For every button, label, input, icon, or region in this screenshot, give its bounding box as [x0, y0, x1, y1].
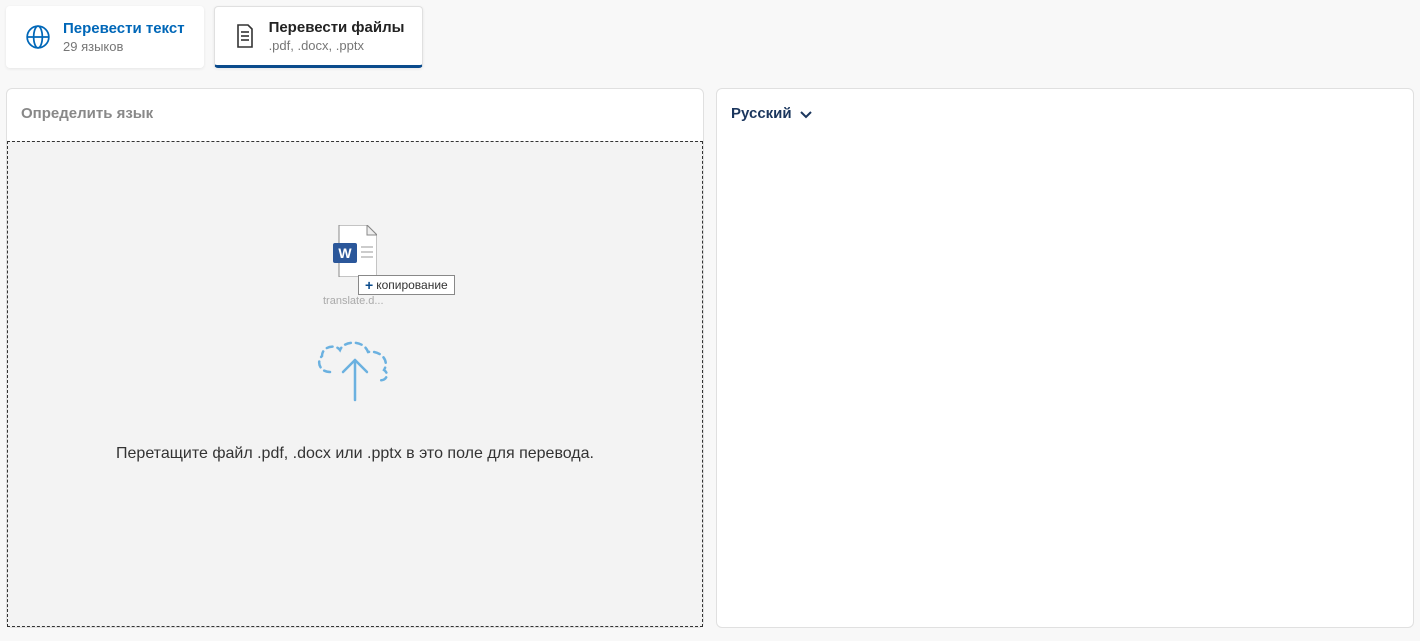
target-language-selector[interactable]: Русский: [717, 89, 1413, 132]
dragged-file-icon: W + копирование translate.d...: [333, 225, 377, 282]
target-language-label: Русский: [731, 105, 792, 122]
dragged-filename: translate.d...: [323, 295, 384, 307]
chevron-down-icon: [798, 106, 814, 122]
source-language-selector[interactable]: Определить язык: [7, 89, 703, 132]
upload-cloud-icon: [310, 332, 400, 407]
tab-text-subtitle: 29 языков: [63, 39, 185, 54]
tab-translate-text[interactable]: Перевести текст 29 языков: [6, 6, 204, 68]
target-panel: Русский: [716, 88, 1414, 628]
globe-icon: [25, 24, 51, 50]
tab-files-subtitle: .pdf, .docx, .pptx: [269, 38, 405, 53]
tab-translate-files[interactable]: Перевести файлы .pdf, .docx, .pptx: [214, 6, 424, 68]
plus-icon: +: [365, 277, 373, 293]
document-icon: [233, 23, 257, 49]
tab-files-title: Перевести файлы: [269, 19, 405, 36]
tab-text-title: Перевести текст: [63, 20, 185, 37]
file-dropzone[interactable]: W + копирование translate.d...: [7, 141, 703, 627]
svg-text:W: W: [338, 245, 352, 261]
dropzone-instruction: Перетащите файл .pdf, .docx или .pptx в …: [116, 445, 594, 463]
drag-copy-badge: + копирование: [358, 275, 455, 295]
copy-badge-label: копирование: [376, 278, 448, 292]
source-panel: Определить язык W + копиров: [6, 88, 704, 628]
source-language-label: Определить язык: [21, 105, 153, 122]
